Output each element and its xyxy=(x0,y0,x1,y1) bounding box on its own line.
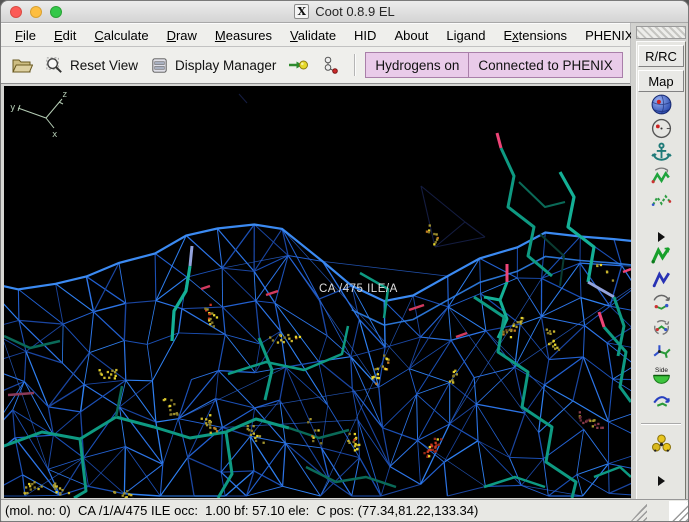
edit-chi-angles-icon xyxy=(653,344,671,358)
side-chain-180-flip-button[interactable]: Side xyxy=(638,363,684,387)
zoom-button[interactable] xyxy=(50,6,62,18)
menu-calculate[interactable]: Calculate xyxy=(85,25,157,46)
atom-label: CA /475 ILE/A xyxy=(319,283,398,295)
menu-ligand[interactable]: Ligand xyxy=(437,25,494,46)
gl-canvas[interactable]: z y x CA /475 ILE/A xyxy=(4,86,631,498)
bottom-expander-button[interactable] xyxy=(638,475,684,487)
modelling-sidebar: R/RC Map Side xyxy=(631,23,688,499)
real-space-refine-zone-icon xyxy=(651,167,670,183)
menu-about[interactable]: About xyxy=(385,25,437,46)
menu-bar: File Edit Calculate Draw Measures Validate HID… xyxy=(1,23,633,47)
sidebar-separator xyxy=(641,423,681,425)
atom-status-readout: (mol. no: 0) CA /1/A/475 ILE occ: 1.00 b… xyxy=(5,503,479,518)
targeted-refine-icon xyxy=(651,118,671,138)
regularize-zone-button[interactable] xyxy=(638,188,684,212)
menu-edit[interactable]: Edit xyxy=(45,25,85,46)
window-title-group: X Coot 0.8.9 EL xyxy=(294,4,395,19)
x11-app-icon: X xyxy=(294,4,310,19)
rotate-translate-zone-button[interactable] xyxy=(638,291,684,315)
fixed-atoms-icon xyxy=(650,142,672,161)
map-select-button[interactable]: Map xyxy=(638,70,684,92)
close-button[interactable] xyxy=(10,6,22,18)
torsion-general-button[interactable] xyxy=(638,315,684,339)
targeted-refine-button[interactable] xyxy=(638,116,684,140)
more-tools-expander-button[interactable] xyxy=(638,231,684,243)
menu-measures[interactable]: Measures xyxy=(206,25,281,46)
expander-triangle-icon xyxy=(658,476,665,486)
expander-triangle-icon xyxy=(658,232,665,242)
auto-fit-rotamer-button[interactable] xyxy=(638,243,684,267)
real-space-refine-zone-button[interactable] xyxy=(638,164,684,188)
display-manager-button[interactable]: Display Manager xyxy=(146,53,279,78)
window-title: Coot 0.8.9 EL xyxy=(315,4,395,19)
sphere-refine-button[interactable] xyxy=(638,92,684,116)
refine-rc-button[interactable]: R/RC xyxy=(638,45,684,67)
window-controls xyxy=(10,6,62,18)
jed-flip-button[interactable] xyxy=(638,387,684,411)
display-manager-label: Display Manager xyxy=(175,57,277,73)
jed-flip-icon xyxy=(652,395,670,407)
window-resize-grip[interactable] xyxy=(669,501,688,521)
fixed-atoms-button[interactable] xyxy=(638,140,684,164)
coot-window: X Coot 0.8.9 EL File Edit Calculate Draw Mea… xyxy=(0,0,689,522)
gl-canvas-frame: z y x CA /475 ILE/A xyxy=(1,84,631,501)
main-toolbar: Reset View Display Manager Hydrogens on … xyxy=(1,47,630,84)
torsion-general-icon xyxy=(653,319,669,335)
mutate-and-autofit-icon xyxy=(651,434,671,452)
open-folder-icon xyxy=(12,59,33,73)
reset-view-button[interactable]: Reset View xyxy=(41,53,141,78)
sphere-refine-icon xyxy=(651,94,671,114)
reset-view-label: Reset View xyxy=(70,57,139,73)
modelling-tool-panel: R/RC Map Side xyxy=(636,41,686,499)
hydrogens-on-badge: Hydrogens on xyxy=(375,57,460,73)
magnifier-icon xyxy=(46,56,62,73)
menu-validate[interactable]: Validate xyxy=(281,25,345,46)
edit-chi-angles-button[interactable] xyxy=(638,339,684,363)
molecule-icon xyxy=(325,56,339,74)
menu-hid[interactable]: HID xyxy=(345,25,385,46)
display-manager-icon xyxy=(152,57,167,73)
status-bar: (mol. no: 0) CA /1/A/475 ILE occ: 1.00 b… xyxy=(1,499,688,521)
title-bar[interactable]: X Coot 0.8.9 EL xyxy=(1,1,688,23)
menu-extensions[interactable]: Extensions xyxy=(494,25,576,46)
go-to-atom-icon xyxy=(289,60,309,70)
minimize-button[interactable] xyxy=(30,6,42,18)
toolbar-drag-grip[interactable] xyxy=(636,26,686,39)
svg-text:Side: Side xyxy=(655,366,668,373)
auto-fit-rotamer-icon xyxy=(650,246,670,263)
status-badges: Hydrogens on Connected to PHENIX xyxy=(365,52,623,78)
axis-z-label: z xyxy=(62,90,67,100)
axis-y-label: y xyxy=(10,103,16,113)
open-coordinates-button[interactable] xyxy=(8,52,36,78)
toolbar-separator xyxy=(354,54,357,76)
mutate-and-autofit-button[interactable] xyxy=(638,431,684,455)
panel-resize-grip[interactable] xyxy=(631,503,647,521)
ligand-builder-button[interactable] xyxy=(317,52,345,78)
rotamers-button[interactable] xyxy=(638,267,684,291)
menu-draw[interactable]: Draw xyxy=(158,25,206,46)
rotamers-icon xyxy=(652,270,670,287)
go-to-atom-button[interactable] xyxy=(284,52,312,78)
side-chain-180-flip-icon: Side xyxy=(652,366,670,384)
regularize-zone-icon xyxy=(651,193,671,206)
menu-file[interactable]: File xyxy=(6,25,45,46)
axis-x-label: x xyxy=(52,130,58,140)
rotate-translate-zone-icon xyxy=(652,294,670,310)
phenix-connection-badge: Connected to PHENIX xyxy=(468,53,621,77)
